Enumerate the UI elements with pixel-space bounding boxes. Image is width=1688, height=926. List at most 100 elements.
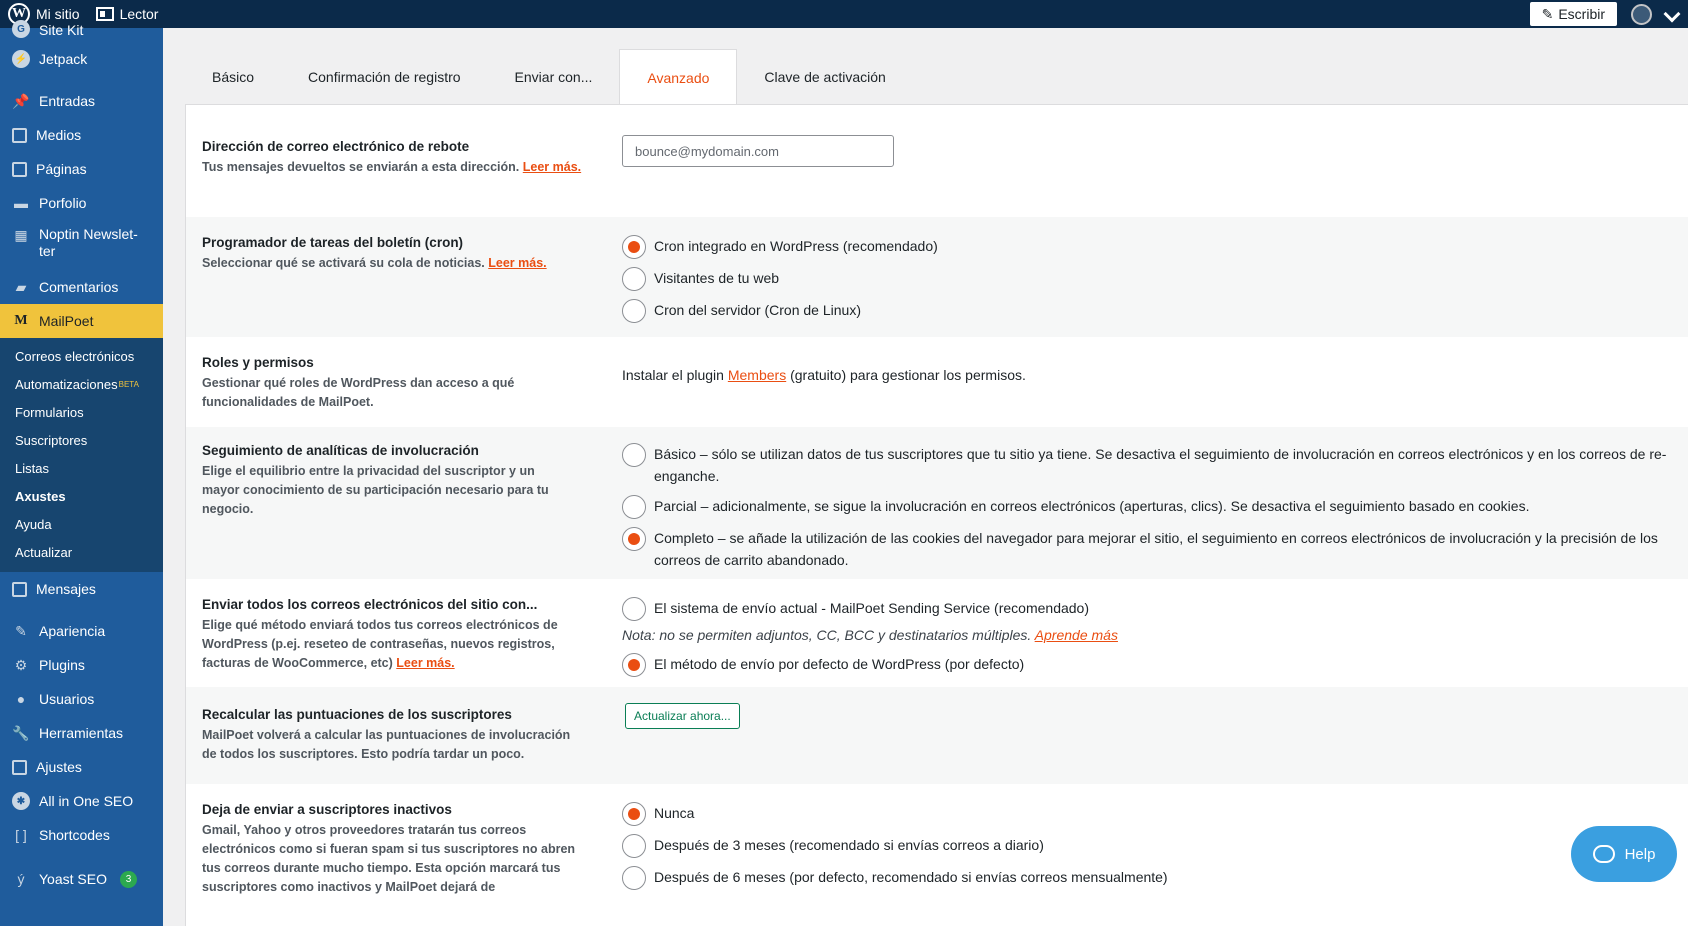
submenu-forms[interactable]: Formularios: [0, 398, 163, 426]
sidebar-item-site-kit[interactable]: G Site Kit: [0, 18, 163, 38]
radio-selected[interactable]: [622, 802, 646, 826]
setting-description: Gestionar qué roles de WordPress dan acc…: [202, 376, 515, 409]
sidebar-item-label: Porfolio: [39, 195, 87, 211]
radio-label: Básico – sólo se utilizan datos de tus s…: [654, 446, 1667, 484]
setting-description: Gmail, Yahoo y otros proveedores tratará…: [202, 823, 576, 894]
setting-description: Seleccionar qué se activará su cola de n…: [202, 254, 604, 273]
radio[interactable]: [622, 834, 646, 858]
sidebar-item-ajustes[interactable]: Ajustes: [0, 750, 163, 784]
setting-inactive: Deja de enviar a suscriptores inactivos …: [186, 784, 1688, 924]
sidebar-item-yoast[interactable]: ý Yoast SEO 3: [0, 862, 163, 896]
radio-selected[interactable]: [622, 527, 646, 551]
cron-option-visitors[interactable]: Visitantes de tu web: [622, 267, 1672, 291]
read-more-link[interactable]: Leer más.: [396, 656, 454, 670]
inactive-option-3-months[interactable]: Después de 3 meses (recomendado si envía…: [622, 834, 1672, 858]
tab-confirmacion[interactable]: Confirmación de registro: [281, 49, 488, 104]
help-button[interactable]: Help: [1571, 826, 1677, 882]
radio[interactable]: [622, 443, 646, 467]
setting-label: Recalcular las puntuaciones de los suscr…: [202, 707, 622, 784]
setting-field: Instalar el plugin Members (gratuito) pa…: [622, 355, 1672, 427]
cron-option-server[interactable]: Cron del servidor (Cron de Linux): [622, 299, 1672, 323]
submenu-lists[interactable]: Listas: [0, 454, 163, 482]
send-option-mailpoet[interactable]: El sistema de envío actual - MailPoet Se…: [622, 597, 1672, 621]
read-more-link[interactable]: Leer más.: [523, 160, 581, 174]
radio-label: Parcial – adicionalmente, se sigue la in…: [654, 498, 1530, 514]
tab-enviar-con[interactable]: Enviar con...: [488, 49, 620, 104]
sidebar-item-plugins[interactable]: ⚙ Plugins: [0, 648, 163, 682]
tracking-option-partial[interactable]: Parcial – adicionalmente, se sigue la in…: [622, 495, 1672, 519]
note-text: Nota: no se permiten adjuntos, CC, BCC y…: [622, 627, 1032, 643]
radio-label: Visitantes de tu web: [654, 270, 780, 286]
radio[interactable]: [622, 267, 646, 291]
submenu-automations[interactable]: Automatizaciones BETA: [0, 370, 163, 398]
site-kit-icon: G: [12, 20, 30, 38]
sidebar-item-herramientas[interactable]: 🔧 Herramientas: [0, 716, 163, 750]
sidebar-item-mensajes[interactable]: Mensajes: [0, 572, 163, 606]
learn-more-link[interactable]: Aprende más: [1035, 627, 1118, 643]
mailpoet-submenu: Correos electrónicos Automatizaciones BET…: [0, 338, 163, 572]
tab-clave-activacion[interactable]: Clave de activación: [737, 49, 912, 104]
sidebar-item-jetpack[interactable]: ⚡ Jetpack: [0, 42, 163, 76]
update-now-button[interactable]: Actualizar ahora...: [625, 703, 740, 729]
notifications-icon[interactable]: [1663, 5, 1681, 23]
sidebar-item-label: Site Kit: [39, 22, 84, 38]
sidebar-item-label: Ajustes: [36, 759, 82, 775]
sidebar-item-noptin[interactable]: ▦ Noptin Newslet-ter: [0, 220, 163, 270]
messages-icon: [12, 581, 27, 597]
setting-title: Seguimiento de analíticas de involucraci…: [202, 443, 479, 458]
radio[interactable]: [622, 866, 646, 890]
avatar[interactable]: [1631, 3, 1652, 25]
submenu-label: Suscriptores: [15, 432, 88, 448]
setting-title: Programador de tareas del boletín (cron): [202, 235, 464, 250]
settings-icon: [12, 759, 27, 775]
inactive-option-never[interactable]: Nunca: [622, 802, 1672, 826]
sidebar-item-label: Plugins: [39, 657, 85, 673]
media-icon: [12, 127, 27, 143]
submenu-emails[interactable]: Correos electrónicos: [0, 342, 163, 370]
bounce-email-input[interactable]: bounce@mydomain.com: [622, 135, 894, 167]
sidebar-item-aioseo[interactable]: ✱ All in One SEO: [0, 784, 163, 818]
radio[interactable]: [622, 597, 646, 621]
sidebar-item-medios[interactable]: Medios: [0, 118, 163, 152]
sidebar-item-paginas[interactable]: Páginas: [0, 152, 163, 186]
sidebar-item-label: Yoast SEO: [39, 871, 107, 887]
submenu-settings[interactable]: Axustes: [0, 482, 163, 510]
setting-label: Dirección de correo electrónico de rebot…: [202, 139, 622, 217]
send-option-wordpress[interactable]: El método de envío por defecto de WordPr…: [622, 653, 1672, 677]
cron-option-wordpress[interactable]: Cron integrado en WordPress (recomendado…: [622, 235, 1672, 259]
sidebar-item-shortcodes[interactable]: [ ] Shortcodes: [0, 818, 163, 852]
sidebar-item-usuarios[interactable]: ● Usuarios: [0, 682, 163, 716]
sidebar-item-comentarios[interactable]: ▰ Comentarios: [0, 270, 163, 304]
setting-title: Enviar todos los correos electrónicos de…: [202, 597, 538, 612]
radio[interactable]: [622, 299, 646, 323]
radio-selected[interactable]: [622, 653, 646, 677]
sidebar-item-entradas[interactable]: 📌 Entradas: [0, 84, 163, 118]
tracking-option-basic[interactable]: Básico – sólo se utilizan datos de tus s…: [622, 443, 1672, 487]
radio-label: El sistema de envío actual - MailPoet Se…: [654, 600, 1089, 616]
inactive-option-6-months[interactable]: Después de 6 meses (por defecto, recomen…: [622, 866, 1672, 890]
sidebar-item-label: All in One SEO: [39, 793, 134, 809]
tab-basico[interactable]: Básico: [185, 49, 281, 104]
setting-label: Enviar todos los correos electrónicos de…: [202, 597, 622, 687]
tab-avanzado[interactable]: Avanzado: [619, 49, 738, 105]
sidebar-item-mailpoet[interactable]: M MailPoet: [0, 304, 171, 338]
tracking-option-full[interactable]: Completo – se añade la utilización de la…: [622, 527, 1672, 571]
radio-label: El método de envío por defecto de WordPr…: [654, 656, 1025, 672]
sidebar-item-apariencia[interactable]: ✎ Apariencia: [0, 614, 163, 648]
setting-description: Elige el equilibrio entre la privacidad …: [202, 464, 549, 516]
radio[interactable]: [622, 495, 646, 519]
members-plugin-link[interactable]: Members: [728, 367, 786, 383]
submenu-upgrade[interactable]: Actualizar: [0, 538, 163, 566]
radio-selected[interactable]: [622, 235, 646, 259]
sidebar-item-label: Apariencia: [39, 623, 106, 639]
read-more-link[interactable]: Leer más.: [488, 256, 546, 270]
desc-text: Seleccionar qué se activará su cola de n…: [202, 256, 485, 270]
submenu-help[interactable]: Ayuda: [0, 510, 163, 538]
write-button[interactable]: ✎ Escribir: [1529, 2, 1617, 26]
sidebar-item-porfolio[interactable]: ▬ Porfolio: [0, 186, 163, 220]
sidebar-item-label: MailPoet: [39, 313, 94, 329]
submenu-subscribers[interactable]: Suscriptores: [0, 426, 163, 454]
setting-title: Roles y permisos: [202, 355, 314, 370]
settings-panel: Dirección de correo electrónico de rebot…: [185, 104, 1688, 926]
roles-text: Instalar el plugin: [622, 367, 724, 383]
